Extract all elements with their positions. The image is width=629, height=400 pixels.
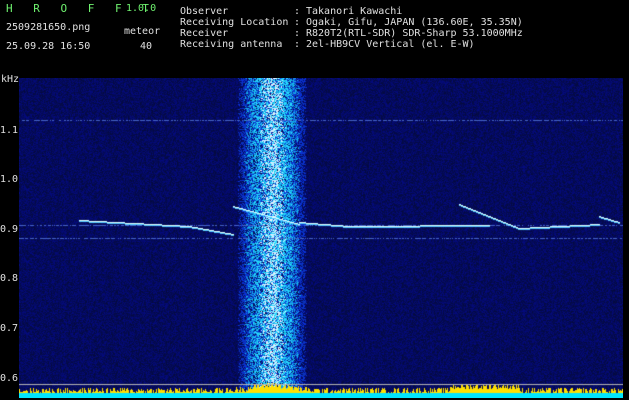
meteor-count: 40 bbox=[140, 41, 153, 52]
observer-sep: : bbox=[294, 6, 301, 17]
y-tick: 1.1 bbox=[0, 125, 19, 136]
observer-label: Observer bbox=[180, 6, 229, 17]
spectrogram bbox=[19, 78, 623, 398]
meteor-label: meteor bbox=[124, 26, 161, 37]
y-tick: 0.8 bbox=[0, 273, 19, 284]
antenna-sep: : bbox=[294, 39, 301, 50]
y-tick: 1.0 bbox=[0, 174, 19, 185]
location-label: Receiving Location bbox=[180, 17, 289, 28]
antenna-value: 2el-HB9CV Vertical (el. E-W) bbox=[306, 39, 475, 50]
timestamp: 25.09.28 16:50 bbox=[6, 41, 91, 52]
y-axis bbox=[0, 72, 19, 400]
y-tick: 0.7 bbox=[0, 323, 19, 334]
location-value: Ogaki, Gifu, JAPAN (136.60E, 35.35N) bbox=[306, 17, 523, 28]
waterfall-canvas bbox=[19, 78, 623, 398]
antenna-label: Receiving antenna bbox=[180, 39, 283, 50]
header: H R O F F T 1.0.0 2509281650.png meteor … bbox=[0, 0, 629, 60]
y-tick: 0.6 bbox=[0, 373, 19, 384]
right-margin bbox=[623, 70, 629, 400]
observer-value: Takanori Kawachi bbox=[306, 6, 403, 17]
filename: 2509281650.png bbox=[6, 22, 91, 33]
app-version: 1.0.0 bbox=[126, 3, 157, 14]
location-sep: : bbox=[294, 17, 301, 28]
receiver-sep: : bbox=[294, 28, 301, 39]
y-tick: 0.9 bbox=[0, 224, 19, 235]
axis-unit: kHz bbox=[1, 74, 20, 85]
receiver-value: R820T2(RTL-SDR) SDR-Sharp 53.1000MHz bbox=[306, 28, 523, 39]
receiver-label: Receiver bbox=[180, 28, 229, 39]
